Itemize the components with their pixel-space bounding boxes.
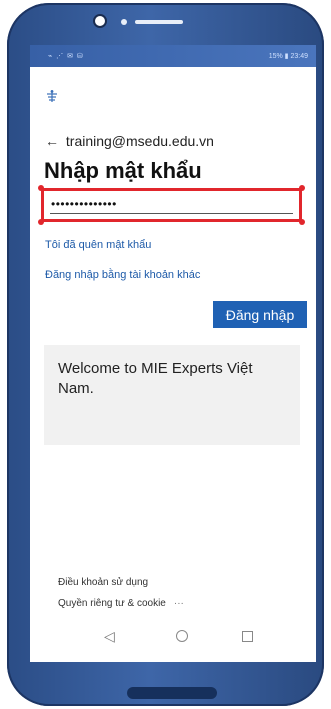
nav-back-icon[interactable]: ◁ — [104, 628, 115, 645]
camera-icon — [93, 14, 107, 28]
tenant-logo-icon — [47, 90, 57, 102]
highlight-marker — [38, 185, 44, 191]
terms-link[interactable]: Điều khoản sử dụng — [58, 577, 148, 588]
forgot-password-link[interactable]: Tôi đã quên mật khẩu — [45, 239, 151, 251]
privacy-link[interactable]: Quyền riêng tư & cookie — [58, 598, 166, 609]
welcome-banner: Welcome to MIE Experts Việt Nam. — [44, 345, 300, 445]
phone-frame: ⌁ ⋰ ✉ ⛁ 15% ▮ 23:49 ← training@msedu.edu… — [7, 3, 324, 706]
footer-row: Quyền riêng tư & cookie ··· — [58, 598, 184, 609]
back-arrow-icon[interactable]: ← — [45, 133, 59, 149]
status-battery-time: 15% ▮ 23:49 — [268, 53, 308, 60]
signin-button[interactable]: Đăng nhập — [213, 301, 307, 328]
password-underline — [50, 213, 293, 214]
recent-apps-icon[interactable] — [242, 631, 253, 642]
phone-top-bezel — [7, 3, 324, 45]
highlight-marker — [299, 219, 305, 225]
other-account-link[interactable]: Đăng nhập bằng tài khoản khác — [45, 269, 200, 281]
sensor-icon — [121, 19, 127, 25]
password-field[interactable]: •••••••••••••• — [41, 188, 302, 222]
status-icons: ⌁ ⋰ ✉ ⛁ — [48, 53, 84, 60]
status-bar: ⌁ ⋰ ✉ ⛁ 15% ▮ 23:49 — [30, 45, 316, 67]
phone-home-bar — [127, 687, 217, 699]
page-title: Nhập mật khẩu — [44, 158, 202, 183]
speaker-icon — [135, 20, 183, 24]
account-email: training@msedu.edu.vn — [65, 133, 214, 149]
highlight-marker — [38, 219, 44, 225]
android-nav-bar: ◁ — [30, 622, 316, 652]
screen: ⌁ ⋰ ✉ ⛁ 15% ▮ 23:49 ← training@msedu.edu… — [30, 45, 316, 662]
more-options-icon[interactable]: ··· — [174, 598, 184, 609]
password-input-value[interactable]: •••••••••••••• — [51, 197, 117, 211]
highlight-marker — [299, 185, 305, 191]
home-nav-icon[interactable] — [176, 630, 188, 642]
account-back-row[interactable]: ← training@msedu.edu.vn — [45, 133, 214, 149]
